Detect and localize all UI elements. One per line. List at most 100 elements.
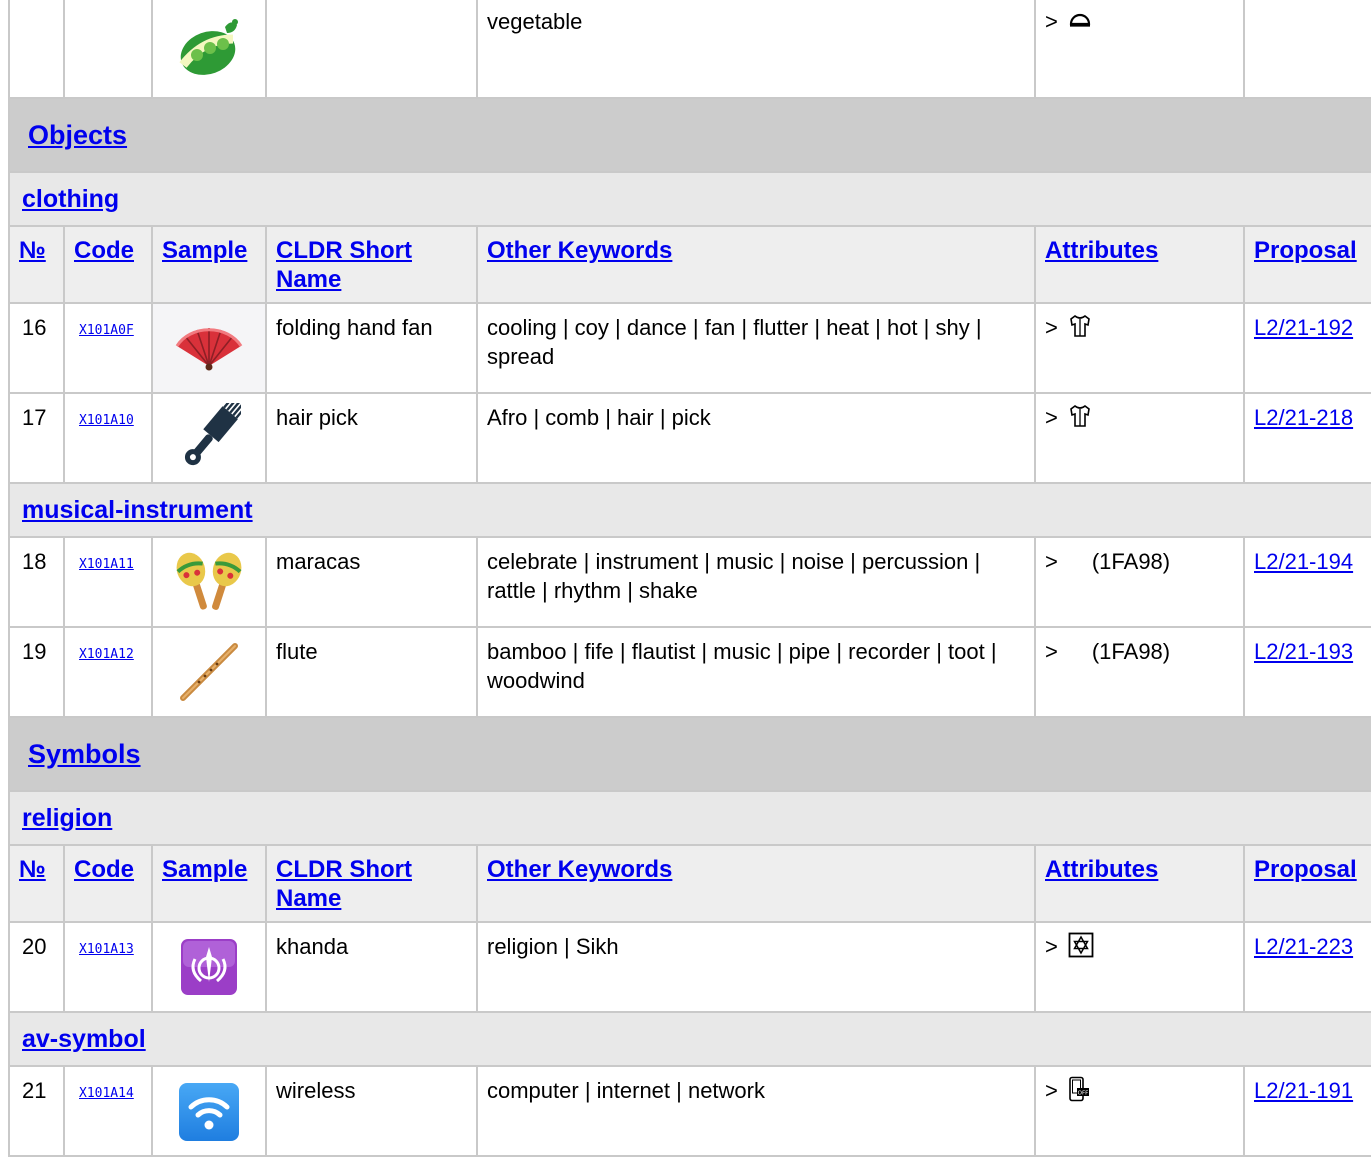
- attribute-code: (1FA98): [1091, 549, 1171, 574]
- sample-cell: [151, 302, 267, 394]
- header-attributes[interactable]: Attributes: [1045, 237, 1158, 264]
- code-link[interactable]: X101A13: [79, 942, 134, 957]
- name-cell: flute: [265, 626, 478, 718]
- sample-cell: [151, 626, 267, 718]
- attribute-code: (1FA98): [1091, 639, 1171, 664]
- header-cldr-short-name[interactable]: CLDR Short Name: [276, 856, 412, 912]
- code-cell: [63, 0, 153, 99]
- subgroup-link-religion[interactable]: religion: [22, 804, 112, 832]
- khanda-icon: [153, 923, 265, 1011]
- attributes-cell: > (1FA98): [1034, 626, 1245, 718]
- header-number[interactable]: №: [19, 237, 46, 264]
- mobile-phone-off-icon: OFF: [1068, 1076, 1090, 1109]
- header-proposal[interactable]: Proposal: [1254, 237, 1357, 264]
- section-header: Symbols: [8, 716, 1371, 792]
- code-cell: X101A12: [63, 626, 153, 718]
- header-sample[interactable]: Sample: [162, 237, 247, 264]
- column-header-row: № Code Sample CLDR Short Name Other Keyw…: [8, 844, 1371, 923]
- name-cell: folding hand fan: [265, 302, 478, 394]
- subgroup-header: av-symbol: [8, 1011, 1371, 1067]
- attributes-cell: >: [1034, 302, 1245, 394]
- sample-cell: [151, 1065, 267, 1157]
- name-cell: khanda: [265, 921, 478, 1013]
- proposal-link[interactable]: L2/21-192: [1254, 315, 1353, 340]
- column-header-row: № Code Sample CLDR Short Name Other Keyw…: [8, 225, 1371, 304]
- number-cell: [8, 0, 65, 99]
- header-code[interactable]: Code: [74, 237, 134, 264]
- subgroup-link-clothing[interactable]: clothing: [22, 185, 119, 213]
- proposal-link[interactable]: L2/21-223: [1254, 934, 1353, 959]
- sample-cell: [151, 536, 267, 628]
- number-cell: 21: [8, 1065, 65, 1157]
- header-other-keywords[interactable]: Other Keywords: [487, 856, 672, 883]
- sample-cell: [151, 921, 267, 1013]
- name-cell: [265, 0, 478, 99]
- shirt-icon: [1068, 313, 1092, 346]
- section-header: Objects: [8, 97, 1371, 173]
- table-row: 20 X101A13 khanda religion | Sikh > L2/2…: [8, 921, 1371, 1013]
- attributes-cell: >: [1034, 392, 1245, 484]
- proposal-link[interactable]: L2/21-191: [1254, 1078, 1353, 1103]
- number-cell: 19: [8, 626, 65, 718]
- proposal-link[interactable]: L2/21-194: [1254, 549, 1353, 574]
- keywords-cell: religion | Sikh: [476, 921, 1036, 1013]
- number-cell: 16: [8, 302, 65, 394]
- header-proposal[interactable]: Proposal: [1254, 856, 1357, 883]
- code-cell: X101A10: [63, 392, 153, 484]
- keywords-cell: vegetable: [476, 0, 1036, 99]
- folding-fan-icon: [153, 304, 265, 392]
- keywords-cell: cooling | coy | dance | fan | flutter | …: [476, 302, 1036, 394]
- section-link-objects[interactable]: Objects: [28, 120, 127, 150]
- subgroup-link-av-symbol[interactable]: av-symbol: [22, 1025, 146, 1053]
- svg-text:OFF: OFF: [1078, 1091, 1089, 1097]
- vegetable-emoji-icon: [153, 0, 265, 97]
- table-row: vegetable >: [8, 0, 1371, 99]
- subgroup-link-musical-instrument[interactable]: musical-instrument: [22, 496, 253, 524]
- star-of-david-box-icon: [1068, 932, 1094, 965]
- code-link[interactable]: X101A0F: [79, 323, 134, 338]
- attributes-cell: > (1FA98): [1034, 536, 1245, 628]
- table-row: 17 X101A10 hair pick Afro | comb | hair …: [8, 392, 1371, 484]
- header-other-keywords[interactable]: Other Keywords: [487, 237, 672, 264]
- proposal-cell: L2/21-191: [1243, 1065, 1371, 1157]
- header-cldr-short-name[interactable]: CLDR Short Name: [276, 237, 412, 293]
- proposal-cell: L2/21-192: [1243, 302, 1371, 394]
- proposal-link[interactable]: L2/21-218: [1254, 405, 1353, 430]
- code-cell: X101A0F: [63, 302, 153, 394]
- name-cell: maracas: [265, 536, 478, 628]
- sample-cell: [151, 0, 267, 99]
- code-link[interactable]: X101A12: [79, 647, 134, 662]
- code-link[interactable]: X101A14: [79, 1086, 134, 1101]
- proposal-cell: L2/21-223: [1243, 921, 1371, 1013]
- proposal-link[interactable]: L2/21-193: [1254, 639, 1353, 664]
- header-code[interactable]: Code: [74, 856, 134, 883]
- emoji-table: vegetable > Objects clothing № Code Samp…: [8, 0, 1371, 1157]
- shirt-icon: [1068, 403, 1092, 436]
- table-row: 19 X101A12 flute bamboo | fife | flautis…: [8, 626, 1371, 718]
- subgroup-header: clothing: [8, 171, 1371, 227]
- table-row: 16 X101A0F folding hand fan cooling | co…: [8, 302, 1371, 394]
- header-attributes[interactable]: Attributes: [1045, 856, 1158, 883]
- subgroup-header: religion: [8, 790, 1371, 846]
- code-cell: X101A13: [63, 921, 153, 1013]
- name-cell: hair pick: [265, 392, 478, 484]
- header-sample[interactable]: Sample: [162, 856, 247, 883]
- header-number[interactable]: №: [19, 856, 46, 883]
- proposal-cell: L2/21-193: [1243, 626, 1371, 718]
- flute-icon: [153, 628, 265, 716]
- code-cell: X101A14: [63, 1065, 153, 1157]
- sample-cell: [151, 392, 267, 484]
- attributes-cell: >: [1034, 0, 1245, 99]
- maracas-icon: [153, 538, 265, 626]
- hair-pick-icon: [153, 394, 265, 482]
- bowl-icon: [1068, 8, 1092, 39]
- name-cell: wireless: [265, 1065, 478, 1157]
- code-link[interactable]: X101A11: [79, 557, 134, 572]
- code-link[interactable]: X101A10: [79, 413, 134, 428]
- number-cell: 20: [8, 921, 65, 1013]
- subgroup-header: musical-instrument: [8, 482, 1371, 538]
- keywords-cell: bamboo | fife | flautist | music | pipe …: [476, 626, 1036, 718]
- code-cell: X101A11: [63, 536, 153, 628]
- proposal-cell: L2/21-218: [1243, 392, 1371, 484]
- section-link-symbols[interactable]: Symbols: [28, 739, 141, 769]
